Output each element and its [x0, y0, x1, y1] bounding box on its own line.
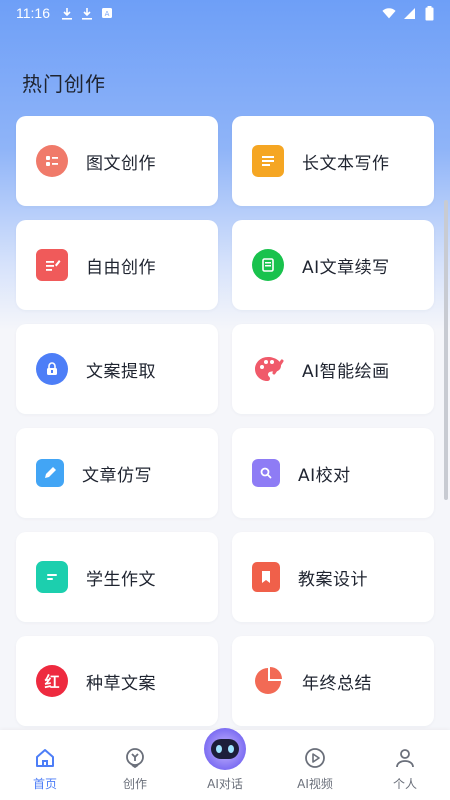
palette-icon — [252, 353, 284, 385]
card-label: 自由创作 — [86, 257, 156, 278]
lock-extract-icon — [36, 353, 68, 385]
card-ai-painting[interactable]: AI智能绘画 — [232, 324, 434, 414]
article-continue-icon — [252, 249, 284, 281]
nav-profile[interactable]: 个人 — [360, 745, 450, 792]
nav-label: 创作 — [122, 777, 147, 791]
card-label: 教案设计 — [298, 569, 368, 590]
nav-ai-chat[interactable]: AI对话 — [180, 728, 270, 792]
creation-grid: 图文创作 长文本写作 自由创作 AI文章续写 文案提取 AI智能绘画 文章仿写 … — [16, 116, 434, 726]
card-label: AI校对 — [298, 465, 351, 486]
person-icon — [392, 745, 418, 771]
cellular-icon — [402, 6, 416, 20]
nav-label: AI对话 — [207, 777, 243, 791]
note-icon — [36, 561, 68, 593]
card-label: 长文本写作 — [302, 153, 390, 174]
scrollbar[interactable] — [444, 200, 448, 500]
card-lesson-plan-design[interactable]: 教案设计 — [232, 532, 434, 622]
nav-label: 首页 — [32, 777, 57, 791]
download-icon — [80, 6, 94, 20]
wifi-icon — [382, 6, 396, 20]
card-label: 年终总结 — [302, 673, 372, 694]
card-long-text-writing[interactable]: 长文本写作 — [232, 116, 434, 206]
card-image-text-creation[interactable]: 图文创作 — [16, 116, 218, 206]
card-article-imitation[interactable]: 文章仿写 — [16, 428, 218, 518]
magnify-document-icon — [252, 459, 280, 487]
bottom-navigation: 首页 创作 AI对话 AI视频 个人 — [0, 728, 450, 800]
nav-home[interactable]: 首页 — [0, 745, 90, 792]
status-bar: 11:16 A — [0, 0, 450, 26]
section-title: 热门创作 — [22, 72, 106, 96]
status-time: 11:16 — [16, 5, 50, 21]
card-year-end-summary[interactable]: 年终总结 — [232, 636, 434, 726]
red-badge-icon: 红 — [36, 665, 68, 697]
document-icon — [252, 145, 284, 177]
card-free-creation[interactable]: 自由创作 — [16, 220, 218, 310]
bookmark-icon — [252, 562, 280, 592]
pie-chart-icon — [252, 665, 284, 697]
svg-text:A: A — [105, 10, 110, 18]
download-icon — [60, 6, 74, 20]
card-label: 文案提取 — [86, 361, 156, 382]
card-label: AI文章续写 — [302, 257, 390, 278]
create-icon — [122, 745, 148, 771]
card-label: AI智能绘画 — [302, 361, 390, 382]
app-notification-icon: A — [100, 6, 114, 20]
pencil-icon — [36, 459, 64, 487]
video-play-icon — [302, 745, 328, 771]
card-student-essay[interactable]: 学生作文 — [16, 532, 218, 622]
nav-label: 个人 — [392, 777, 417, 791]
robot-icon — [203, 727, 247, 771]
nav-ai-video[interactable]: AI视频 — [270, 745, 360, 792]
edit-note-icon — [36, 249, 68, 281]
badge-text: 红 — [44, 672, 60, 691]
nav-create[interactable]: 创作 — [90, 745, 180, 792]
card-ai-article-continue[interactable]: AI文章续写 — [232, 220, 434, 310]
battery-icon — [422, 5, 436, 20]
card-label: 文章仿写 — [82, 465, 152, 486]
card-copy-extraction[interactable]: 文案提取 — [16, 324, 218, 414]
card-recommendation-copy[interactable]: 红 种草文案 — [16, 636, 218, 726]
image-text-icon — [36, 145, 68, 177]
card-ai-proofreading[interactable]: AI校对 — [232, 428, 434, 518]
home-icon — [32, 745, 58, 771]
nav-label: AI视频 — [297, 777, 333, 791]
card-label: 种草文案 — [86, 673, 156, 694]
card-label: 图文创作 — [86, 153, 156, 174]
card-label: 学生作文 — [86, 569, 156, 590]
